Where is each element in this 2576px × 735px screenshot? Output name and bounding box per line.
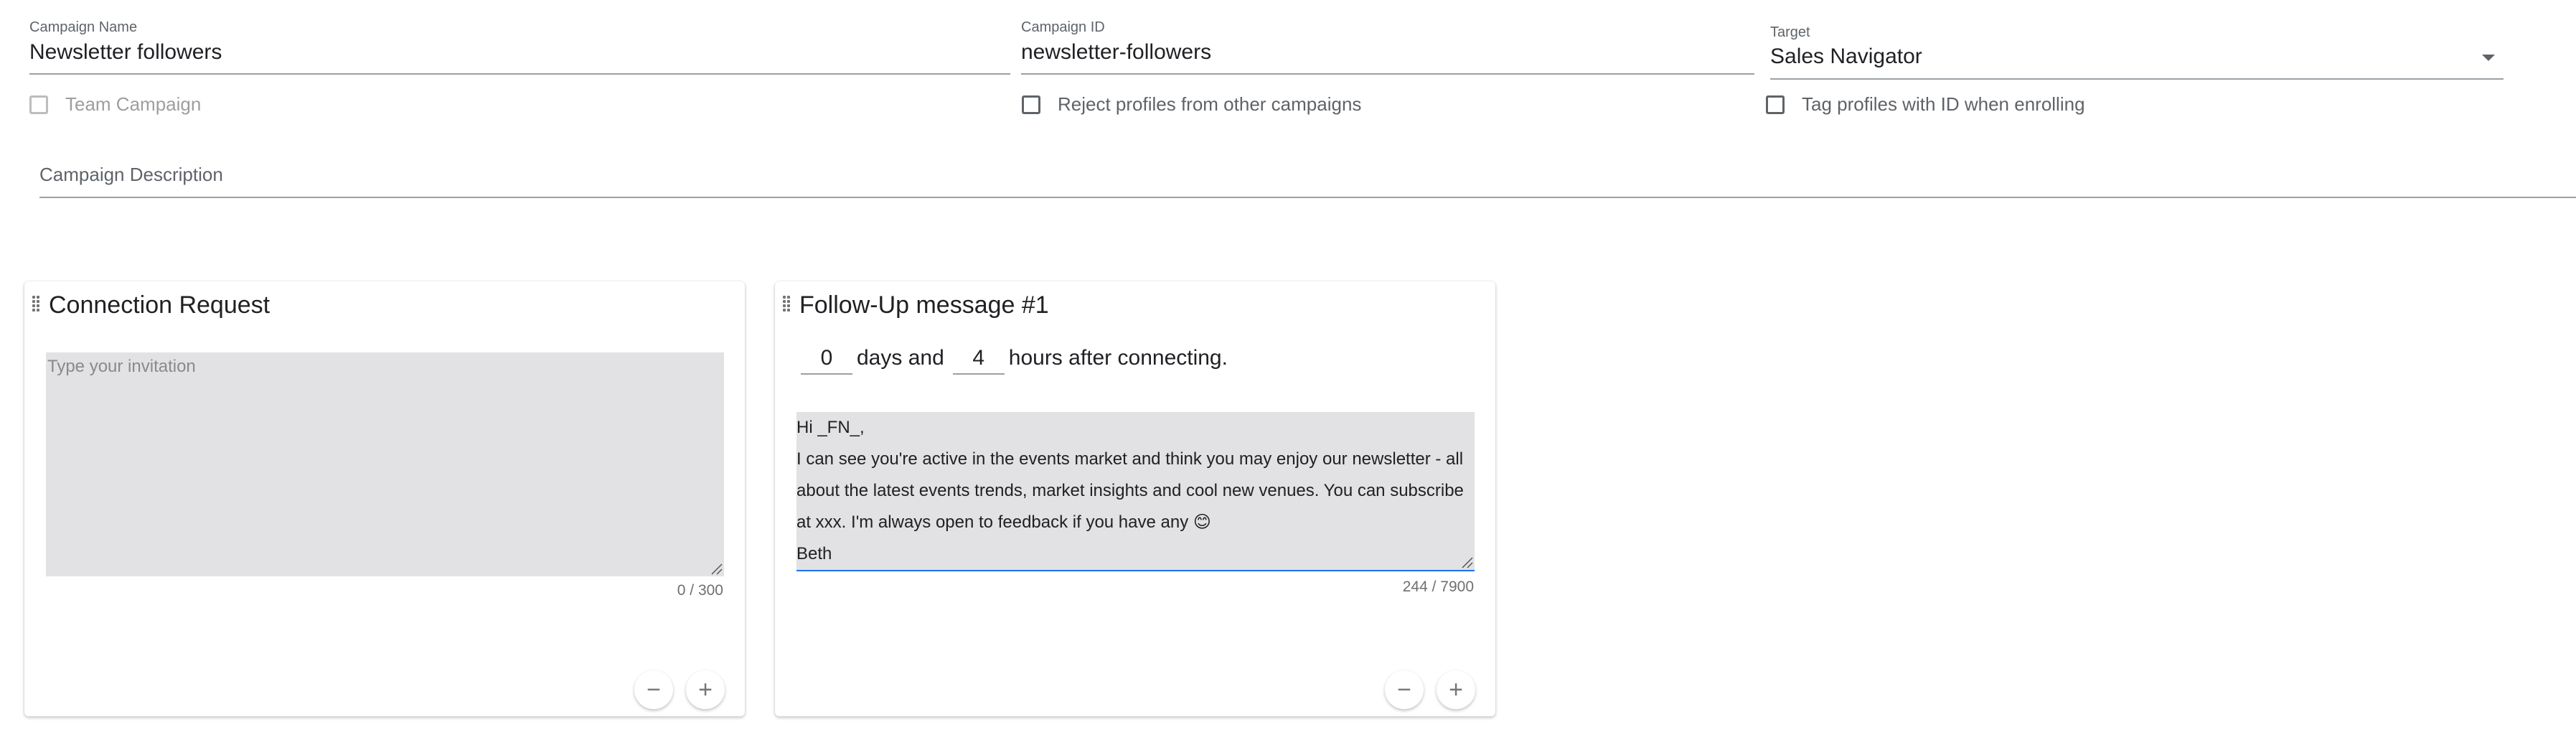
target-label: Target — [1770, 24, 1810, 40]
resize-handle-icon[interactable] — [1460, 556, 1473, 568]
invitation-placeholder: Type your invitation — [47, 357, 196, 376]
tag-profiles-checkbox[interactable]: Tag profiles with ID when enrolling — [1766, 93, 2085, 116]
arrow-drop-down-icon[interactable] — [2482, 55, 2495, 61]
remove-step-button[interactable]: − — [634, 670, 673, 709]
campaign-name-input[interactable]: Newsletter followers — [29, 40, 222, 65]
hours-label: hours after connecting. — [1008, 346, 1228, 370]
hours-input[interactable]: 4 — [952, 346, 1005, 375]
add-step-button[interactable]: + — [686, 670, 725, 709]
reject-profiles-checkbox[interactable]: Reject profiles from other campaigns — [1022, 93, 1361, 116]
reject-profiles-checkbox-box[interactable] — [1022, 95, 1040, 114]
remove-step-button[interactable]: − — [1385, 670, 1424, 709]
message-line: I can see you're active in the events ma… — [796, 449, 1464, 469]
campaign-id-input[interactable]: newsletter-followers — [1021, 40, 1211, 65]
invitation-textarea[interactable]: Type your invitation — [46, 352, 724, 576]
plus-icon: + — [698, 676, 713, 703]
minus-icon: − — [1397, 676, 1411, 703]
invitation-char-counter: 0 / 300 — [677, 582, 723, 599]
team-campaign-label: Team Campaign — [65, 93, 202, 115]
message-line: about the latest events trends, market i… — [796, 481, 1464, 500]
target-value[interactable]: Sales Navigator — [1770, 45, 1922, 69]
tag-profiles-label: Tag profiles with ID when enrolling — [1802, 93, 2085, 115]
target-select[interactable]: Target Sales Navigator — [1770, 17, 2504, 82]
follow-up-delay: 0 days and 4 hours after connecting. — [796, 346, 1228, 375]
campaign-description-input[interactable]: Campaign Description — [39, 164, 223, 186]
message-line: Beth — [796, 544, 832, 563]
follow-up-card: Follow-Up message #1 0 days and 4 hours … — [775, 281, 1495, 716]
days-input[interactable]: 0 — [801, 346, 852, 375]
team-campaign-checkbox-box[interactable] — [29, 95, 48, 114]
follow-up-title: Follow-Up message #1 — [799, 291, 1049, 319]
follow-up-message-textarea[interactable]: Hi _FN_, I can see you're active in the … — [796, 412, 1475, 571]
campaign-id-field[interactable]: Campaign ID newsletter-followers — [1021, 17, 1754, 75]
plus-icon: + — [1449, 676, 1463, 703]
reject-profiles-label: Reject profiles from other campaigns — [1058, 93, 1362, 115]
resize-handle-icon[interactable] — [710, 562, 723, 575]
drag-handle-icon[interactable] — [32, 296, 39, 312]
connection-request-title: Connection Request — [49, 291, 271, 319]
campaign-id-underline — [1021, 73, 1754, 75]
follow-up-message-text: Hi _FN_, I can see you're active in the … — [796, 412, 1464, 570]
add-step-button[interactable]: + — [1437, 670, 1475, 709]
campaign-description-underline — [39, 197, 2576, 198]
campaign-name-field[interactable]: Campaign Name Newsletter followers — [29, 17, 1010, 75]
campaign-name-label: Campaign Name — [29, 19, 138, 35]
drag-handle-icon[interactable] — [783, 296, 790, 312]
message-line: Hi _FN_, — [796, 418, 865, 437]
campaign-name-underline — [29, 73, 1010, 75]
target-underline — [1770, 78, 2504, 80]
minus-icon: − — [647, 676, 661, 703]
campaign-id-label: Campaign ID — [1021, 19, 1105, 35]
message-line: at xxx. I'm always open to feedback if y… — [796, 512, 1211, 532]
days-label: days and — [857, 346, 944, 370]
connection-request-card: Connection Request Type your invitation … — [24, 281, 745, 716]
message-char-counter: 244 / 7900 — [1402, 579, 1474, 595]
team-campaign-checkbox[interactable]: Team Campaign — [29, 93, 201, 116]
tag-profiles-checkbox-box[interactable] — [1766, 95, 1785, 114]
